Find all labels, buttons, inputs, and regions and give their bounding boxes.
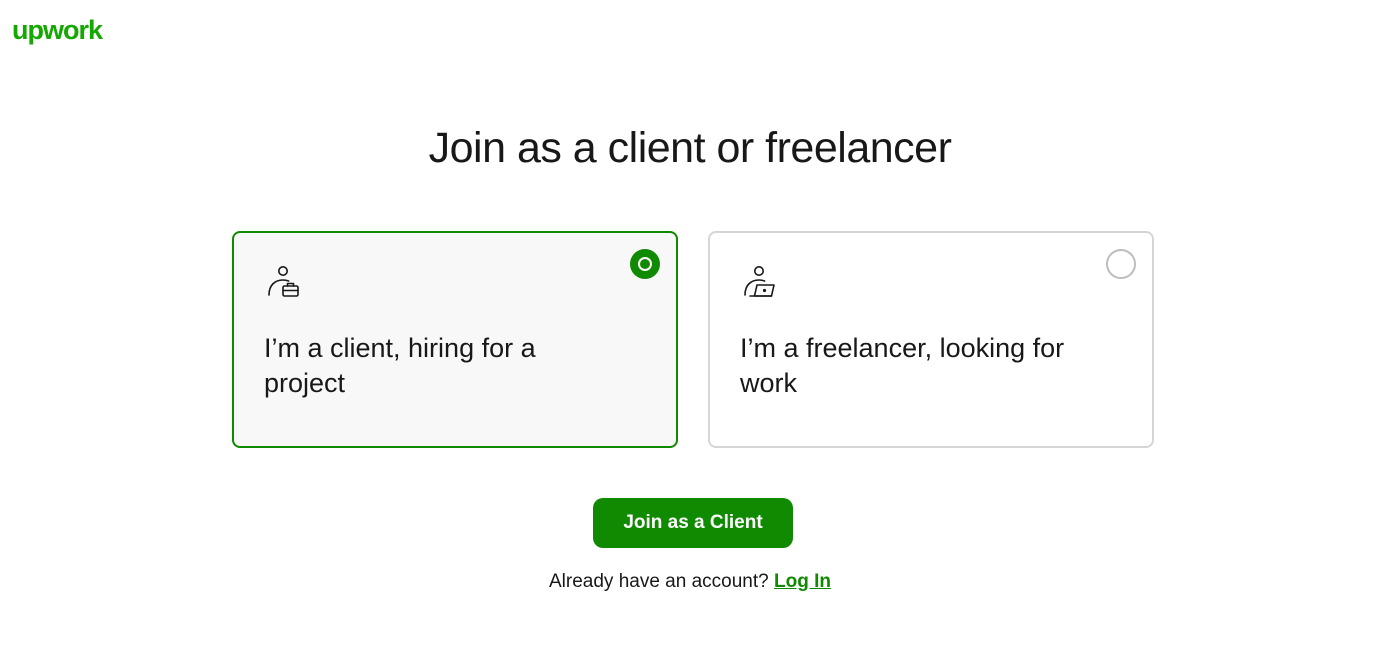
freelancer-laptop-icon [744,266,775,297]
upwork-logo[interactable]: upwork [12,13,103,47]
freelancer-option-label: I’m a freelancer, looking for work [740,333,1065,398]
freelancer-radio-button[interactable] [1106,249,1136,279]
join-as-client-button[interactable]: Join as a Client [593,498,793,548]
client-option-label: I’m a client, hiring for a project [264,333,536,398]
login-prompt-line: Already have an account? Log In [0,570,1380,594]
freelancer-option-card[interactable]: I’m a freelancer, looking for work [708,231,1154,448]
client-option-card[interactable]: I’m a client, hiring for a project [232,231,678,448]
page-title: Join as a client or freelancer [428,124,952,172]
login-prompt-text: Already have an account? [549,571,769,592]
login-link[interactable]: Log In [774,571,831,592]
client-briefcase-icon [268,266,299,297]
client-radio-button[interactable] [630,249,660,279]
